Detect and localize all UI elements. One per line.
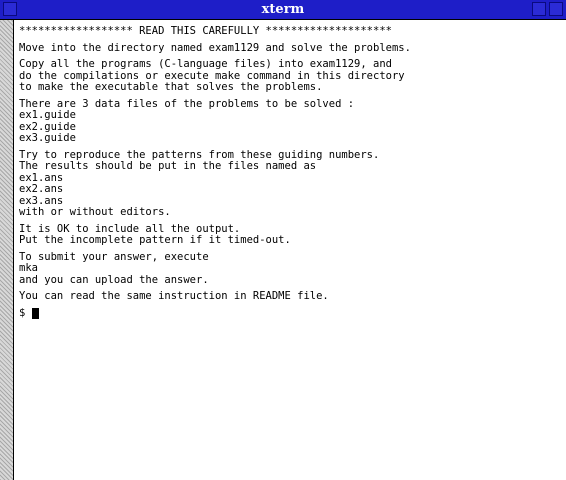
terminal-line: ex2.ans xyxy=(19,183,64,195)
terminal-line: Put the incomplete pattern if it timed-o… xyxy=(19,234,291,246)
command-prompt[interactable]: $ xyxy=(19,306,559,320)
terminal-line: mka xyxy=(19,262,38,274)
terminal-line: to make the executable that solves the p… xyxy=(19,81,323,93)
terminal-line: with or without editors. xyxy=(19,206,171,218)
terminal-line: Copy all the programs (C-language files)… xyxy=(19,58,392,70)
maximize-button[interactable] xyxy=(549,2,563,16)
terminal-line: There are 3 data files of the problems t… xyxy=(19,97,355,110)
terminal-line: You can read the same instruction in REA… xyxy=(19,290,329,302)
terminal-line: The results should be put in the files n… xyxy=(19,160,317,172)
terminal-output[interactable]: ****************** READ THIS CAREFULLY *… xyxy=(19,26,559,476)
banner-line: ****************** READ THIS CAREFULLY *… xyxy=(19,26,392,37)
minimize-button[interactable] xyxy=(532,2,546,16)
text-cursor xyxy=(31,308,39,319)
terminal-line: ex1.ans xyxy=(19,171,64,184)
terminal-line: ex3.guide xyxy=(19,132,76,144)
terminal-line: and you can upload the answer. xyxy=(19,273,209,286)
xterm-window: xterm ****************** READ THIS CAREF… xyxy=(0,0,566,480)
terminal-line: ex2.guide xyxy=(19,120,76,133)
terminal-line: ex1.guide xyxy=(19,109,76,121)
window-title: xterm xyxy=(261,2,305,17)
terminal-line: To submit your answer, execute xyxy=(19,250,209,263)
terminal-line: Move into the directory named exam1129 a… xyxy=(19,41,411,54)
prompt-symbol: $ xyxy=(19,306,32,319)
scrollbar[interactable] xyxy=(0,20,14,480)
title-bar[interactable]: xterm xyxy=(0,0,566,20)
